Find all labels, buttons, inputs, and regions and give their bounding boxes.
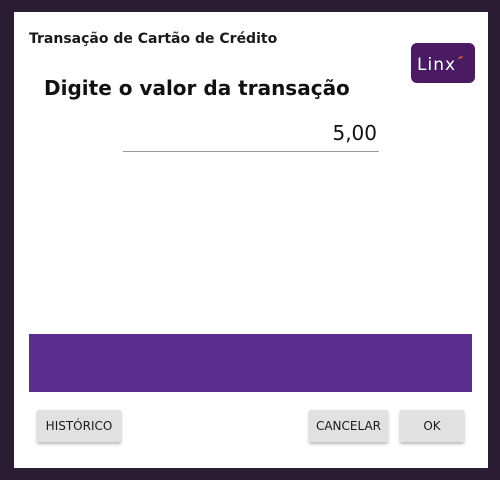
app-window: Transação de Cartão de Crédito Linx Digi… xyxy=(0,0,500,480)
history-button[interactable]: HISTÓRICO xyxy=(37,410,121,442)
status-bar xyxy=(29,334,472,392)
cancel-button[interactable]: CANCELAR xyxy=(309,410,388,442)
dialog-title: Transação de Cartão de Crédito xyxy=(29,31,278,47)
ok-button[interactable]: OK xyxy=(400,410,464,442)
linx-logo-icon xyxy=(455,48,467,68)
amount-prompt: Digite o valor da transação xyxy=(44,76,350,100)
credit-card-transaction-dialog: Transação de Cartão de Crédito Linx Digi… xyxy=(14,12,488,468)
amount-input[interactable] xyxy=(123,118,379,152)
linx-logo: Linx xyxy=(411,43,475,83)
